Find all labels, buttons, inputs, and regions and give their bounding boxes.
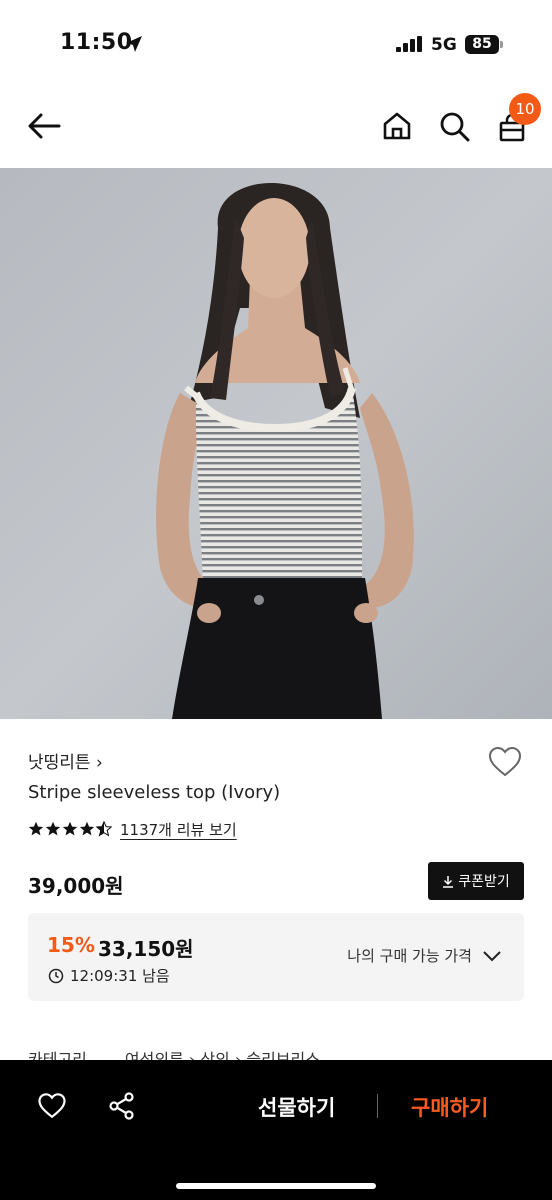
discounted-price: 33,150원 [98,937,194,961]
discount-rate: 15% [47,933,95,957]
status-bar: 11:50 5G 85 [0,0,552,90]
network-type: 5G [431,35,457,55]
wishlist-heart-icon[interactable] [487,746,523,778]
half-star-icon [96,821,112,837]
share-icon[interactable] [108,1092,136,1120]
coupon-label: 쿠폰받기 [458,874,510,890]
star-rating [28,821,112,837]
battery-level: 85 [465,35,499,54]
rating-row: 1137개 리뷰 보기 [28,818,237,840]
buy-button[interactable]: 구매하기 [411,1092,488,1122]
clock-icon [48,968,64,983]
star-icon [79,821,95,836]
benefit-price-box[interactable]: 15% 33,150원 12:09:31 남음 나의 구매 가능 가격 [28,913,524,1001]
bottom-action-bar [0,1060,552,1200]
my-price-label: 나의 구매 가능 가격 [347,947,472,965]
model-photo [0,168,552,719]
star-icon [45,821,61,836]
product-image[interactable] [0,168,552,719]
location-arrow-icon [126,36,142,52]
timer-text: 12:09:31 남음 [70,967,170,985]
coupon-button[interactable]: 쿠폰받기 [428,862,524,900]
star-icon [62,821,78,836]
search-icon[interactable] [439,111,471,143]
cellular-signal-icon [396,36,422,52]
product-name: Stripe sleeveless top (Ivory) [28,782,281,803]
status-time: 11:50 [60,30,133,55]
home-icon[interactable] [382,111,412,141]
brand-link[interactable]: 낫띵리튼 › [28,748,103,773]
gift-button[interactable]: 선물하기 [258,1092,335,1122]
my-price-toggle[interactable]: 나의 구매 가능 가격 [347,945,502,966]
home-indicator [176,1183,376,1189]
download-icon [443,875,454,888]
time-remaining: 12:09:31 남음 [48,965,170,986]
divider [377,1094,378,1118]
back-arrow-icon[interactable] [27,112,61,140]
star-icon [28,821,44,836]
chevron-down-icon [483,950,501,961]
battery-icon [500,41,503,48]
cart-count-badge: 10 [509,93,541,125]
review-link[interactable]: 1137개 리뷰 보기 [120,819,237,840]
wishlist-heart-icon[interactable] [37,1092,67,1120]
original-price: 39,000원 [28,874,124,898]
